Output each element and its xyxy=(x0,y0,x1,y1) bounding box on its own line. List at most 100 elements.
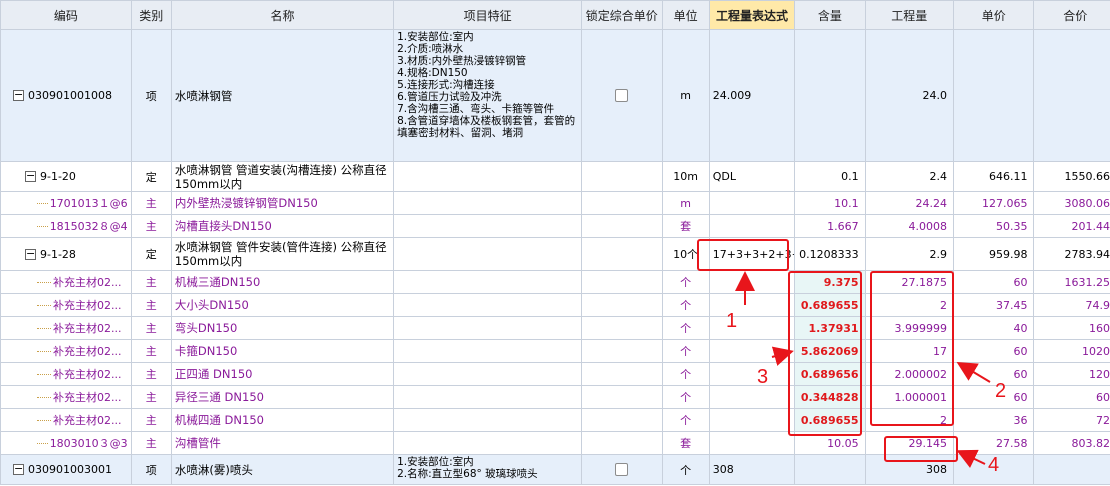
cell-total[interactable]: 3080.06 xyxy=(1033,191,1110,215)
cell-quantity-expression[interactable]: QDL xyxy=(708,161,796,192)
cell-quantity[interactable]: 1.000001 xyxy=(864,385,955,409)
cell-code[interactable]: 补充主材02... xyxy=(0,339,132,363)
cell-code[interactable]: 补充主材02... xyxy=(0,408,132,432)
cell-total[interactable] xyxy=(1033,29,1110,162)
cell-unit[interactable]: 个 xyxy=(661,339,710,363)
quota-row[interactable]: −9-1-28 定水喷淋钢管 管件安装(管件连接) 公称直径150mm以内 10个 1… xyxy=(0,237,1110,271)
cell-features[interactable] xyxy=(393,362,583,386)
cell-name[interactable]: 正四通 DN150 xyxy=(170,362,395,386)
cell-content[interactable]: 10.1 xyxy=(794,191,866,215)
cell-features[interactable]: 1.安装部位:室内 2.介质:喷淋水 3.材质:内外壁热浸镀锌钢管 4.规格:DN15… xyxy=(393,29,583,162)
cell-quantity[interactable]: 24.24 xyxy=(864,191,955,215)
cell-quantity-expression[interactable] xyxy=(708,214,796,238)
cell-quantity[interactable]: 308 xyxy=(864,454,955,485)
cell-type[interactable]: 主 xyxy=(130,191,172,215)
cell-type[interactable]: 主 xyxy=(130,270,172,294)
cell-name[interactable]: 弯头DN150 xyxy=(170,316,395,340)
cell-unit-price[interactable]: 60 xyxy=(953,385,1035,409)
cell-unit-price[interactable]: 50.35 xyxy=(953,214,1035,238)
cell-features[interactable]: 1.安装部位:室内 2.名称:直立型68° 玻璃球喷头 xyxy=(393,454,583,485)
bill-item-row[interactable]: −030901003001 项水喷淋(雾)喷头 1.安装部位:室内 2.名称:直立型6… xyxy=(0,454,1110,485)
cell-content[interactable]: 0.1208333 xyxy=(794,237,866,271)
material-row[interactable]: 补充主材02... 主正四通 DN150 个 0.689656 2.000002 60 12… xyxy=(0,362,1110,386)
cell-lock-price[interactable] xyxy=(581,191,663,215)
material-row[interactable]: 补充主材02... 主机械三通DN150 个 9.375 27.1875 60 1631.2… xyxy=(0,270,1110,294)
cell-unit-price[interactable]: 37.45 xyxy=(953,293,1035,317)
cell-lock-price[interactable] xyxy=(581,408,663,432)
cell-code[interactable]: 补充主材02... xyxy=(0,316,132,340)
cell-content[interactable]: 5.862069 xyxy=(794,339,866,363)
cell-lock-price[interactable] xyxy=(581,339,663,363)
col-header-code[interactable]: 编码 xyxy=(0,0,132,30)
cell-features[interactable] xyxy=(393,237,583,271)
cell-unit-price[interactable]: 60 xyxy=(953,339,1035,363)
cell-unit[interactable]: 10个 xyxy=(661,237,710,271)
cell-name[interactable]: 水喷淋钢管 管道安装(沟槽连接) 公称直径150mm以内 xyxy=(170,161,395,192)
cell-unit[interactable]: 个 xyxy=(661,316,710,340)
cell-unit[interactable]: 10m xyxy=(661,161,710,192)
cell-features[interactable] xyxy=(393,431,583,455)
cell-features[interactable] xyxy=(393,339,583,363)
cell-code[interactable]: 1815032８@4 xyxy=(0,214,132,238)
cell-unit-price[interactable]: 60 xyxy=(953,270,1035,294)
cell-content[interactable]: 0.689655 xyxy=(794,293,866,317)
cell-type[interactable]: 主 xyxy=(130,431,172,455)
cell-unit-price[interactable]: 40 xyxy=(953,316,1035,340)
cell-unit[interactable]: m xyxy=(661,191,710,215)
cell-total[interactable]: 201.44 xyxy=(1033,214,1110,238)
collapse-toggle-icon[interactable]: − xyxy=(13,89,24,101)
cell-features[interactable] xyxy=(393,316,583,340)
cell-code[interactable]: 补充主材02... xyxy=(0,385,132,409)
cell-total[interactable]: 2783.94 xyxy=(1033,237,1110,271)
cell-unit[interactable]: 个 xyxy=(661,362,710,386)
col-header-features[interactable]: 项目特征 xyxy=(393,0,583,30)
col-header-content[interactable]: 含量 xyxy=(794,0,866,30)
cell-lock-price[interactable] xyxy=(581,454,663,485)
cell-quantity[interactable]: 3.999999 xyxy=(864,316,955,340)
cell-name[interactable]: 水喷淋钢管 xyxy=(170,29,395,162)
cell-name[interactable]: 异径三通 DN150 xyxy=(170,385,395,409)
cell-lock-price[interactable] xyxy=(581,293,663,317)
cell-quantity[interactable]: 29.145 xyxy=(864,431,955,455)
cell-quantity-expression[interactable] xyxy=(708,339,796,363)
cell-quantity[interactable]: 2 xyxy=(864,293,955,317)
cell-name[interactable]: 机械四通 DN150 xyxy=(170,408,395,432)
material-row[interactable]: 补充主材02... 主大小头DN150 个 0.689655 2 37.45 74.9 xyxy=(0,293,1110,317)
cell-quantity-expression[interactable] xyxy=(708,191,796,215)
cell-unit[interactable]: 个 xyxy=(661,293,710,317)
cell-name[interactable]: 机械三通DN150 xyxy=(170,270,395,294)
cell-quantity[interactable]: 24.0 xyxy=(864,29,955,162)
cell-content[interactable]: 1.667 xyxy=(794,214,866,238)
cell-lock-price[interactable] xyxy=(581,237,663,271)
cell-code[interactable]: 补充主材02... xyxy=(0,293,132,317)
cell-content[interactable] xyxy=(794,29,866,162)
cell-unit-price[interactable]: 127.065 xyxy=(953,191,1035,215)
cell-type[interactable]: 主 xyxy=(130,316,172,340)
cell-total[interactable]: 1631.25 xyxy=(1033,270,1110,294)
cell-features[interactable] xyxy=(393,408,583,432)
cell-content[interactable]: 0.344828 xyxy=(794,385,866,409)
cell-total[interactable]: 1020 xyxy=(1033,339,1110,363)
cell-quantity-expression[interactable]: 24.009 xyxy=(708,29,796,162)
cell-total[interactable]: 120 xyxy=(1033,362,1110,386)
cell-type[interactable]: 项 xyxy=(130,454,172,485)
cell-quantity-expression[interactable] xyxy=(708,385,796,409)
cell-unit[interactable]: 个 xyxy=(661,408,710,432)
cell-content[interactable]: 0.1 xyxy=(794,161,866,192)
col-header-quantity[interactable]: 工程量 xyxy=(864,0,955,30)
cell-unit[interactable]: 个 xyxy=(661,454,710,485)
col-header-quantity-expression[interactable]: 工程量表达式 xyxy=(708,0,796,30)
cell-unit-price[interactable]: 646.11 xyxy=(953,161,1035,192)
cell-quantity[interactable]: 2.9 xyxy=(864,237,955,271)
cell-code[interactable]: −9-1-28 xyxy=(0,237,132,271)
cell-total[interactable]: 160 xyxy=(1033,316,1110,340)
cell-unit-price[interactable]: 959.98 xyxy=(953,237,1035,271)
cell-name[interactable]: 水喷淋(雾)喷头 xyxy=(170,454,395,485)
cell-content[interactable]: 1.37931 xyxy=(794,316,866,340)
lock-price-checkbox[interactable] xyxy=(615,89,629,103)
material-row[interactable]: 1815032８@4 主沟槽直接头DN150 套 1.667 4.0008 50.35 20… xyxy=(0,214,1110,238)
cell-unit-price[interactable]: 60 xyxy=(953,362,1035,386)
cell-features[interactable] xyxy=(393,385,583,409)
cell-unit-price[interactable]: 27.58 xyxy=(953,431,1035,455)
cell-name[interactable]: 内外壁热浸镀锌钢管DN150 xyxy=(170,191,395,215)
